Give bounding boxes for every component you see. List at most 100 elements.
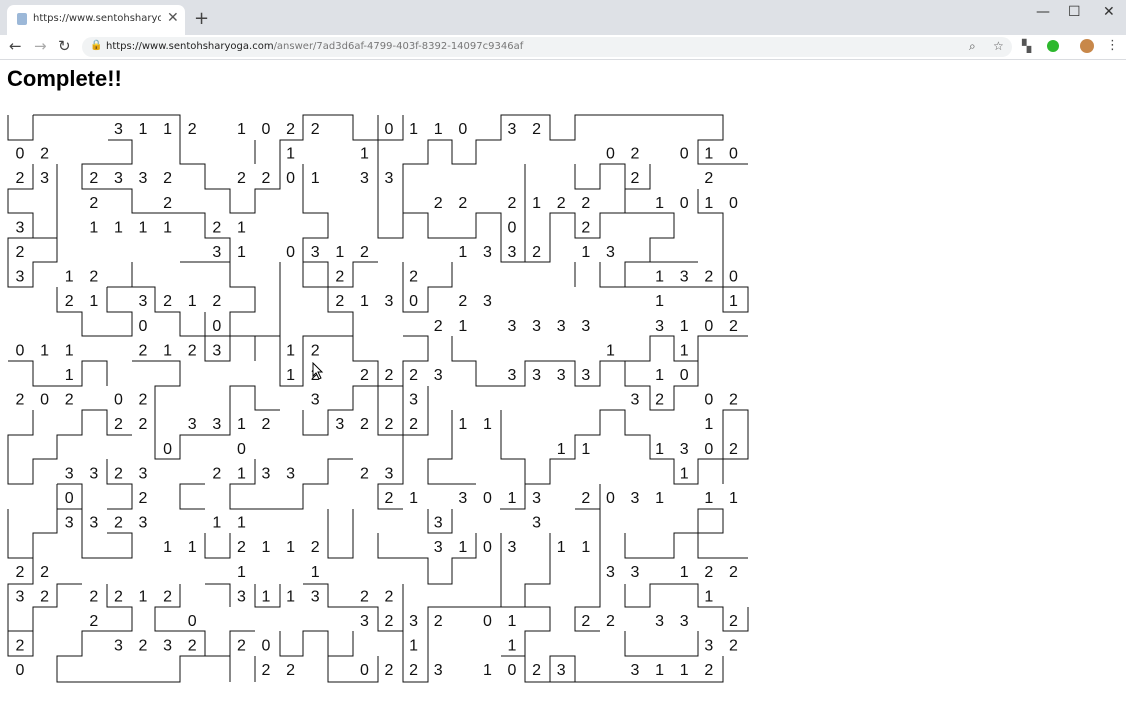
cell-number: 0	[286, 170, 295, 187]
cell-number: 0	[139, 318, 148, 335]
cell-number: 2	[89, 613, 98, 630]
cell-number: 1	[409, 121, 418, 138]
cell-number: 2	[188, 342, 197, 359]
cell-number: 2	[114, 465, 123, 482]
cell-number: 2	[311, 539, 320, 556]
cell-number: 1	[89, 293, 98, 310]
cell-number: 2	[704, 170, 713, 187]
cell-number: 3	[139, 170, 148, 187]
cell-number: 3	[89, 465, 98, 482]
cell-number: 2	[655, 392, 664, 409]
cell-number: 1	[237, 121, 246, 138]
cell-number: 1	[139, 121, 148, 138]
cell-number: 2	[360, 588, 369, 605]
cell-number: 3	[532, 318, 541, 335]
cell-number: 1	[237, 564, 246, 581]
cell-number: 2	[139, 490, 148, 507]
cell-number: 2	[729, 564, 738, 581]
cell-number: 0	[114, 392, 123, 409]
cell-number: 1	[557, 539, 566, 556]
cell-number: 0	[483, 539, 492, 556]
cell-number: 1	[729, 293, 738, 310]
cell-number: 3	[385, 293, 394, 310]
cell-number: 3	[434, 662, 443, 679]
cell-number: 3	[360, 170, 369, 187]
cell-number: 0	[729, 146, 738, 163]
cell-number: 0	[16, 662, 25, 679]
cell-number: 1	[680, 318, 689, 335]
cell-number: 2	[212, 219, 221, 236]
cell-number: 1	[335, 244, 344, 261]
cell-number: 2	[409, 662, 418, 679]
cell-number: 1	[704, 195, 713, 212]
cell-number: 1	[409, 490, 418, 507]
cell-number: 1	[483, 662, 492, 679]
cell-number: 2	[729, 638, 738, 655]
cell-number: 1	[680, 564, 689, 581]
cell-number: 2	[262, 170, 271, 187]
cell-number: 1	[532, 195, 541, 212]
cell-number: 2	[114, 416, 123, 433]
cell-number: 3	[606, 244, 615, 261]
cell-number: 2	[212, 293, 221, 310]
cell-number: 3	[434, 367, 443, 384]
cell-number: 1	[311, 170, 320, 187]
cell-number: 2	[16, 244, 25, 261]
cell-number: 2	[581, 219, 590, 236]
cell-number: 1	[163, 121, 172, 138]
cell-number: 1	[188, 293, 197, 310]
cell-number: 3	[483, 293, 492, 310]
cell-number: 2	[65, 293, 74, 310]
cell-number: 2	[262, 416, 271, 433]
cell-number: 2	[212, 465, 221, 482]
cell-number: 1	[680, 662, 689, 679]
cell-number: 1	[163, 219, 172, 236]
cell-number: 0	[409, 293, 418, 310]
cell-number: 1	[114, 219, 123, 236]
cell-number: 1	[508, 638, 517, 655]
cell-number: 2	[16, 170, 25, 187]
cell-number: 2	[704, 269, 713, 286]
cell-number: 3	[631, 662, 640, 679]
cell-number: 2	[385, 662, 394, 679]
cell-number: 2	[532, 244, 541, 261]
cell-number: 0	[483, 490, 492, 507]
cell-number: 0	[508, 662, 517, 679]
cell-number: 2	[335, 269, 344, 286]
cell-number: 3	[508, 121, 517, 138]
cell-number: 3	[581, 367, 590, 384]
cell-number: 3	[680, 613, 689, 630]
cell-number: 2	[729, 318, 738, 335]
cell-number: 0	[606, 146, 615, 163]
cell-number: 2	[311, 121, 320, 138]
cell-number: 3	[483, 244, 492, 261]
cell-number: 3	[680, 269, 689, 286]
cell-number: 1	[557, 441, 566, 458]
cell-number: 2	[360, 244, 369, 261]
cell-number: 0	[163, 441, 172, 458]
cell-number: 1	[409, 638, 418, 655]
cell-number: 2	[16, 638, 25, 655]
cell-number: 2	[729, 613, 738, 630]
cell-number: 1	[704, 490, 713, 507]
cell-number: 2	[286, 121, 295, 138]
cell-number: 3	[557, 367, 566, 384]
cell-number: 1	[458, 416, 467, 433]
cell-number: 2	[385, 367, 394, 384]
cell-number: 2	[163, 170, 172, 187]
cell-number: 1	[237, 515, 246, 532]
cell-number: 2	[704, 662, 713, 679]
cell-number: 2	[16, 392, 25, 409]
cell-number: 0	[508, 219, 517, 236]
cell-number: 1	[237, 416, 246, 433]
cell-number: 1	[286, 342, 295, 359]
cell-number: 1	[139, 219, 148, 236]
cell-number: 1	[360, 293, 369, 310]
cell-number: 3	[89, 515, 98, 532]
puzzle-board: 3 1 1 2 1 0 2 2 0 1 1 0 3 20 2 1 1 0 2 0 1 02 3 2 3 3 2 2 2 0 1 3 3 2 22 2 2…	[7, 114, 749, 683]
cell-number: 3	[65, 515, 74, 532]
cell-number: 0	[188, 613, 197, 630]
cell-number: 1	[655, 441, 664, 458]
cell-number: 2	[188, 121, 197, 138]
cell-number: 3	[434, 539, 443, 556]
